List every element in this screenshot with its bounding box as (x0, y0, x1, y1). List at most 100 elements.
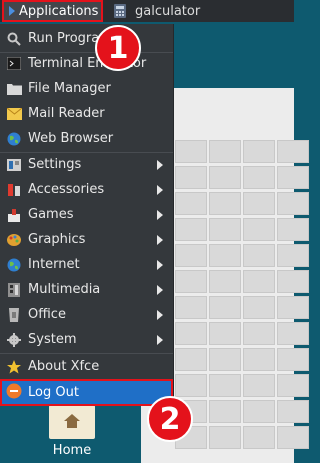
applications-menu: Run Program... Terminal Emulator File Ma… (0, 24, 174, 405)
calculator-key (243, 270, 275, 293)
calculator-key (277, 296, 309, 319)
menu-item-run-program[interactable]: Run Program... (0, 26, 173, 51)
calculator-key (209, 426, 241, 449)
calculator-key (175, 192, 207, 215)
calculator-key (243, 218, 275, 241)
calculator-key (175, 270, 207, 293)
calculator-key (209, 166, 241, 189)
calculator-key (209, 400, 241, 423)
calculator-key (175, 374, 207, 397)
submenu-arrow-icon (157, 310, 163, 320)
calculator-key (243, 192, 275, 215)
accessories-icon (6, 182, 22, 198)
menu-item-label: Office (28, 307, 66, 322)
menu-item-office[interactable]: Office (0, 302, 173, 327)
terminal-icon (6, 56, 22, 72)
calculator-key (175, 296, 207, 319)
settings-icon (6, 157, 22, 173)
menu-item-graphics[interactable]: Graphics (0, 227, 173, 252)
calculator-key (209, 244, 241, 267)
calculator-key (209, 192, 241, 215)
calculator-key (277, 374, 309, 397)
applications-menu-button[interactable]: Applications (2, 0, 103, 22)
calculator-key (175, 218, 207, 241)
submenu-arrow-icon (157, 285, 163, 295)
calculator-key (277, 244, 309, 267)
menu-item-label: About Xfce (28, 359, 100, 374)
calculator-icon (114, 4, 126, 18)
menu-item-log-out[interactable]: Log Out (0, 379, 173, 406)
globe-icon (6, 257, 22, 273)
star-icon (6, 359, 22, 375)
menu-item-system[interactable]: System (0, 327, 173, 352)
menu-item-file-manager[interactable]: File Manager (0, 76, 173, 101)
taskbar-item-label: galculator (135, 3, 201, 19)
menu-item-label: Multimedia (28, 282, 101, 297)
menu-item-label: System (28, 332, 77, 347)
calculator-key (277, 140, 309, 163)
calculator-key (175, 166, 207, 189)
calculator-key (209, 322, 241, 345)
menu-item-label: Internet (28, 257, 80, 272)
submenu-arrow-icon (157, 160, 163, 170)
house-icon (64, 414, 80, 428)
submenu-arrow-icon (157, 210, 163, 220)
games-icon (6, 207, 22, 223)
office-icon (6, 307, 22, 323)
menu-item-label: Web Browser (28, 131, 114, 146)
menu-item-label: Log Out (28, 385, 79, 400)
calculator-key (209, 270, 241, 293)
calculator-key (277, 400, 309, 423)
calculator-key (175, 322, 207, 345)
annotation-badge-2: 2 (147, 396, 193, 442)
calculator-key (209, 374, 241, 397)
taskbar-item-galculator[interactable]: galculator (113, 0, 200, 22)
menu-item-mail-reader[interactable]: Mail Reader (0, 101, 173, 126)
calculator-key (175, 140, 207, 163)
menu-item-label: Graphics (28, 232, 86, 247)
xfce-logo-icon (9, 6, 15, 16)
home-folder-label[interactable]: Home (40, 443, 104, 458)
calculator-window-top (172, 22, 294, 88)
calculator-key (243, 348, 275, 371)
annotation-badge-1: 1 (95, 25, 141, 71)
submenu-arrow-icon (157, 260, 163, 270)
calculator-key (277, 166, 309, 189)
calculator-key (243, 400, 275, 423)
menu-item-games[interactable]: Games (0, 202, 173, 227)
calculator-key (277, 218, 309, 241)
calculator-key (243, 166, 275, 189)
globe-icon (6, 131, 22, 147)
calculator-key (243, 296, 275, 319)
menu-item-settings[interactable]: Settings (0, 152, 173, 177)
calculator-key (175, 244, 207, 267)
menu-item-web-browser[interactable]: Web Browser (0, 126, 173, 151)
menu-item-label: Mail Reader (28, 106, 105, 121)
top-panel: Applications galculator (0, 0, 294, 22)
calculator-key (277, 322, 309, 345)
home-folder-icon[interactable] (49, 405, 95, 439)
menu-item-internet[interactable]: Internet (0, 252, 173, 277)
menu-item-terminal-emulator[interactable]: Terminal Emulator (0, 51, 173, 76)
menu-item-accessories[interactable]: Accessories (0, 177, 173, 202)
graphics-icon (6, 232, 22, 248)
submenu-arrow-icon (157, 235, 163, 245)
calculator-key (209, 296, 241, 319)
menu-item-about-xfce[interactable]: About Xfce (0, 354, 173, 379)
calculator-key (243, 374, 275, 397)
calculator-key (209, 218, 241, 241)
menu-item-label: Games (28, 207, 74, 222)
mail-icon (6, 106, 22, 122)
calculator-key (243, 322, 275, 345)
menu-item-label: Accessories (28, 182, 105, 197)
folder-icon (6, 81, 22, 97)
menu-item-label: Settings (28, 157, 82, 172)
submenu-arrow-icon (157, 335, 163, 345)
calculator-key (243, 244, 275, 267)
calculator-key (277, 192, 309, 215)
menu-item-multimedia[interactable]: Multimedia (0, 277, 173, 302)
menu-item-label: File Manager (28, 81, 111, 96)
multimedia-icon (6, 282, 22, 298)
calculator-key (175, 348, 207, 371)
gear-icon (6, 332, 22, 348)
